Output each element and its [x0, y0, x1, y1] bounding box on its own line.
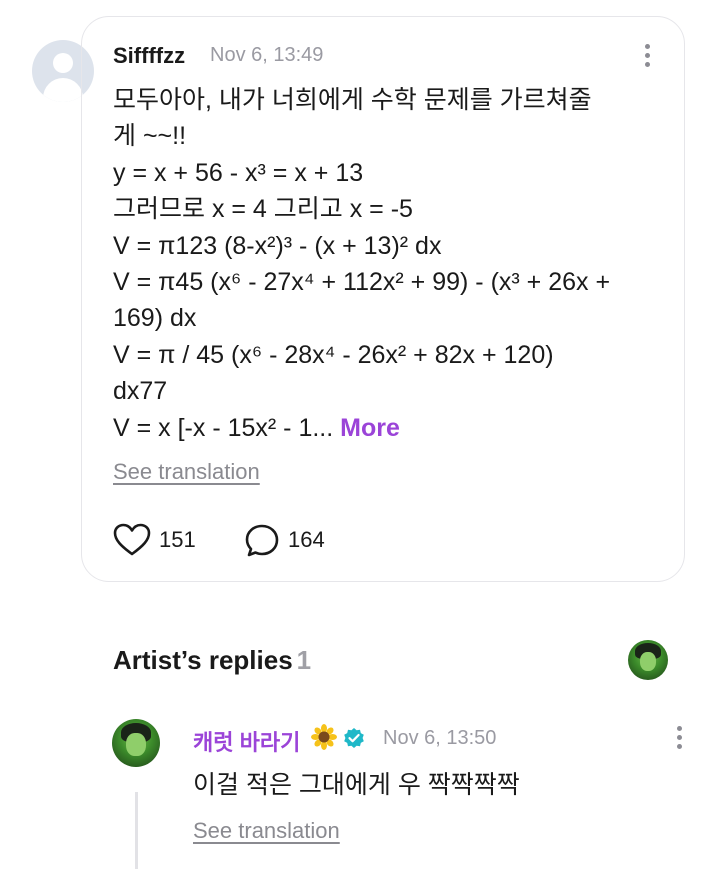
comment-see-translation-link[interactable]: See translation [113, 459, 260, 485]
thread-line [135, 792, 138, 869]
comment-body: 모두아아, 내가 너희에게 수학 문제를 가르쳐줄 게 ~~!! y = x +… [113, 82, 673, 446]
comment-line: 게 ~~!! [113, 122, 187, 151]
more-link[interactable]: More [340, 414, 400, 442]
comment-line: V = π123 (8-x²)³ - (x + 13)² dx [113, 231, 442, 260]
sunflower-emoji [311, 724, 337, 750]
comment-line: dx77 [113, 377, 168, 406]
comment-line: 그러므로 x = 4 그리고 x = -5 [113, 195, 413, 224]
heart-outline-icon [113, 523, 151, 556]
comment-line: 169) dx [113, 304, 197, 333]
comment-more-options-icon[interactable] [644, 42, 652, 70]
comment-line: V = π / 45 (x⁶ - 28x⁴ - 26x² + 82x + 120… [113, 340, 554, 369]
avatar-head-shape [53, 53, 73, 73]
artist-replies-heading: Artist’s replies 1 [113, 645, 311, 676]
artist-replies-count: 1 [296, 645, 312, 675]
reply-author-name[interactable]: 캐럿 바라기 [193, 725, 300, 757]
like-button[interactable]: 151 [113, 522, 196, 558]
reply-more-options-icon[interactable] [676, 724, 684, 752]
comment-last-line: V = x [-x - 15x² - 1... More [113, 410, 673, 446]
reply-count: 164 [288, 527, 325, 552]
comment-timestamp: Nov 6, 13:49 [210, 44, 324, 66]
reply-timestamp: Nov 6, 13:50 [383, 727, 497, 749]
speech-bubble-icon [245, 524, 279, 557]
reply-text: 이걸 적은 그대에게 우 짝짝짝짝 [193, 771, 520, 799]
comment-username[interactable]: Siffffzz [113, 43, 185, 69]
comment-line: y = x + 56 - x³ = x + 13 [113, 158, 364, 187]
reply-count-button[interactable]: 164 [244, 522, 325, 558]
comment-line: V = π45 (x⁶ - 27x⁴ + 112x² + 99) - (x³ +… [113, 268, 611, 297]
reply-see-translation-link[interactable]: See translation [193, 818, 340, 844]
verified-badge-icon [344, 728, 364, 748]
comment-truncated-text: V = x [-x - 15x² - 1... [113, 413, 334, 442]
reply-author-avatar[interactable] [112, 719, 160, 767]
avatar-body-shape [43, 78, 83, 102]
like-count: 151 [159, 527, 196, 552]
artist-replies-title: Artist’s replies [113, 645, 293, 675]
comment-line: 모두아아, 내가 너희에게 수학 문제를 가르쳐줄 [113, 86, 592, 114]
artist-avatar-small[interactable] [628, 640, 668, 680]
